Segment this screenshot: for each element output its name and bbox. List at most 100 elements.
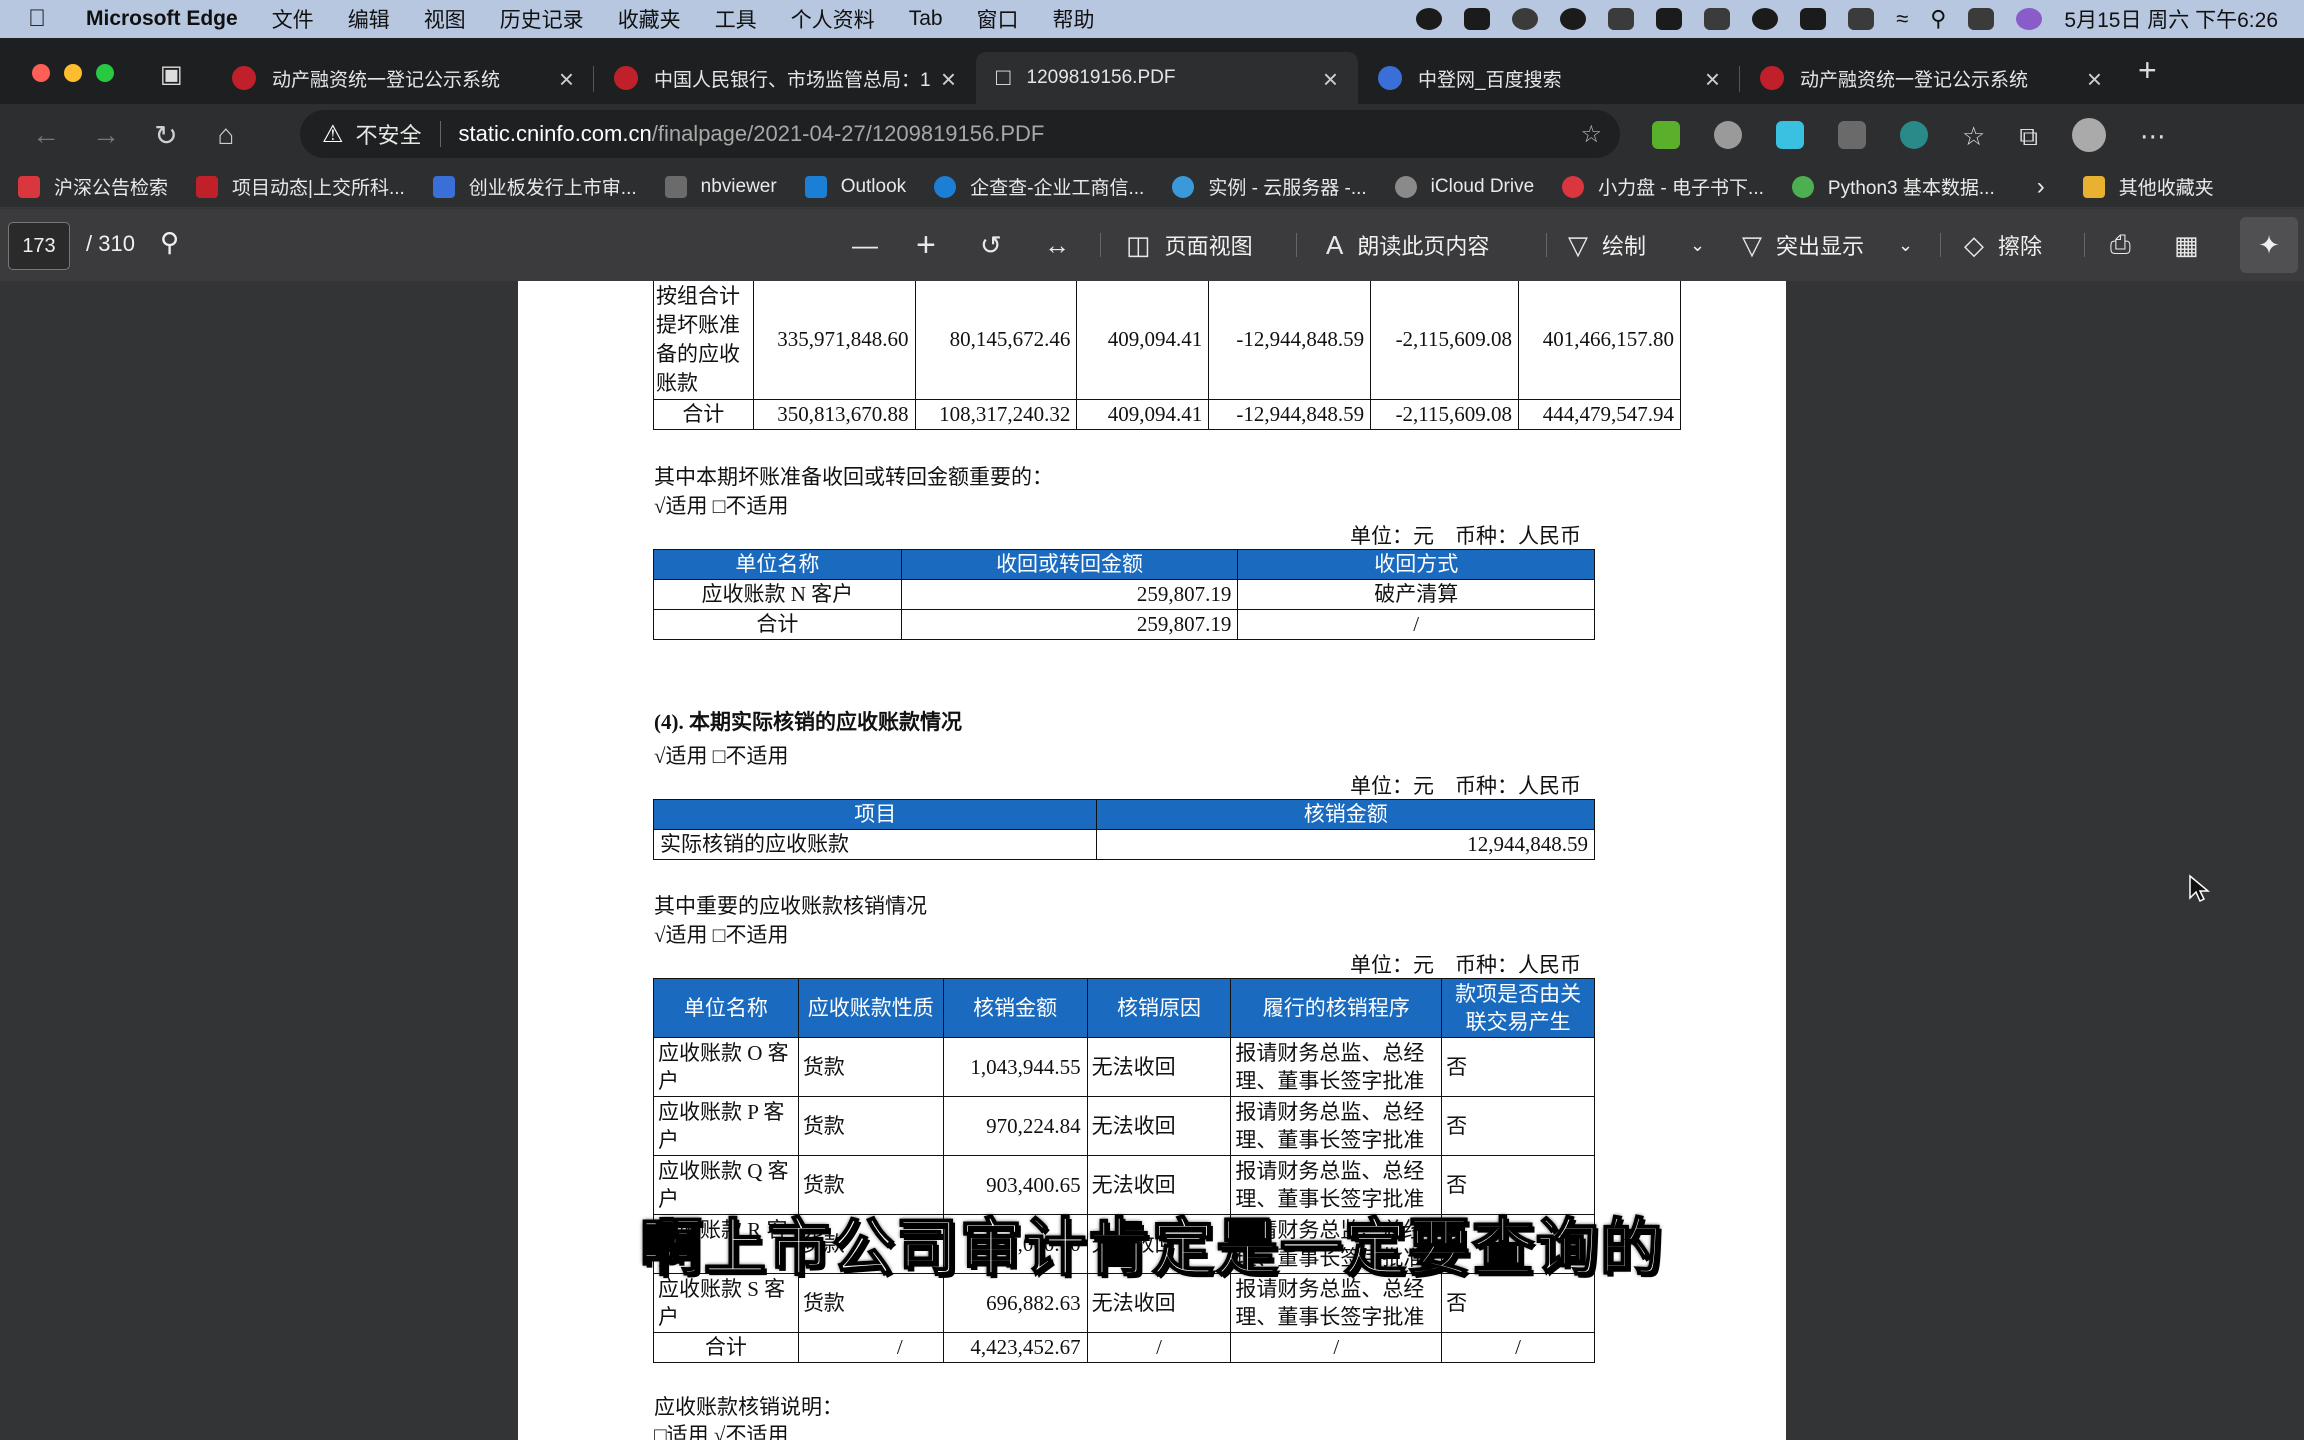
tab-2[interactable]: 中国人民银行、市场监管总局：1 × [594,52,976,104]
cell: 1,043,944.55 [942,1037,1088,1097]
menu-window[interactable]: 窗口 [977,4,1019,34]
bookmark-5[interactable]: Outlook [804,175,906,198]
read-aloud-button[interactable]: A 朗读此页内容 [1326,209,1489,281]
tab-1-close-icon[interactable]: × [559,64,574,95]
address-field[interactable]: ⚠ 不安全 static.cninfo.com.cn /finalpage/20… [300,110,1620,158]
menu-history[interactable]: 历史记录 [500,4,584,34]
tab-5[interactable]: 动产融资统一登记公示系统 × [1740,52,2122,104]
profile-avatar[interactable] [2071,118,2106,152]
tab-4[interactable]: 中登网_百度搜索 × [1358,52,1740,104]
pin-toolbar-button[interactable]: ✦ [2240,217,2298,273]
face-icon[interactable] [1752,8,1779,30]
extensions: ☆ ⧉ ⋯ [1652,104,2166,166]
print-button[interactable]: ⎙ [2110,209,2145,281]
record-icon[interactable] [1416,8,1443,30]
other-favorites-folder[interactable]: 其他收藏夹 [2082,173,2214,200]
gear-extension-icon[interactable] [1714,121,1742,149]
bookmark-8[interactable]: iCloud Drive [1394,175,1534,198]
menu-edit[interactable]: 编辑 [348,4,390,34]
tab-2-close-icon[interactable]: × [941,64,956,95]
bookmark-9[interactable]: 小力盘 - 电子书下... [1562,173,1764,200]
save-button[interactable]: ▦ [2174,209,2213,281]
menu-favorites[interactable]: 收藏夹 [618,4,681,34]
fit-width-button[interactable]: ↔ [1044,209,1084,281]
apple-icon[interactable]:  [28,5,62,33]
page-view-button[interactable]: ◫ 页面视图 [1126,209,1253,281]
minimize-window-button[interactable] [64,64,82,82]
table-total-row: 合计 / 4,423,452.67 / / / [653,1332,1595,1363]
bookmark-4[interactable]: nbviewer [664,175,777,198]
favorite-star-icon[interactable]: ☆ [1580,120,1602,149]
highlight-button[interactable]: ▽ 突出显示 ⌄ [1742,209,1913,281]
circle-extension-icon[interactable] [1900,121,1928,149]
tab-3-close-icon[interactable]: × [1323,64,1338,95]
battery-icon[interactable] [1848,8,1875,30]
cell: 破产清算 [1237,579,1595,610]
warning-icon[interactable]: ⚠ [322,120,344,149]
zoom-window-button[interactable] [96,64,114,82]
recovery-heading: 其中本期坏账准备收回或转回金额重要的： [654,465,1053,489]
wifi-icon[interactable]: ≈ [1896,6,1908,32]
rotate-button[interactable]: ↺ [980,209,1016,281]
menu-tab[interactable]: Tab [909,7,943,31]
more-menu-icon[interactable]: ⋯ [2140,121,2166,151]
print-icon: ⎙ [2110,229,2131,259]
insecure-label[interactable]: 不安全 [356,118,422,150]
folder-icon [2082,175,2105,198]
clock[interactable]: 5月15日 周六 下午6:26 [2064,4,2278,34]
tab-1-favicon [232,66,256,90]
highlight-chevron-down-icon[interactable]: ⌄ [1898,235,1913,256]
back-arrow-icon[interactable]: ← [16,119,76,151]
siri-icon[interactable] [2016,8,2043,30]
bookmark-7[interactable]: 实例 - 云服务器 -... [1172,173,1367,200]
tab-1[interactable]: 动产融资统一登记公示系统 × [212,52,594,104]
copy-extension-icon[interactable] [1838,121,1866,149]
menu-file[interactable]: 文件 [272,4,314,34]
favorites-icon[interactable]: ☆ [1962,121,1985,151]
menu-view[interactable]: 视图 [424,4,466,34]
wps-icon[interactable] [1464,8,1491,30]
d-extension-icon[interactable] [1776,121,1804,149]
bookmark-10[interactable]: Python3 基本数据... [1791,173,1995,200]
erase-button[interactable]: ◇ 擦除 [1964,209,2042,281]
bookmark-1[interactable]: 沪深公告检索 [18,173,168,200]
download-extension-icon[interactable] [1652,121,1680,149]
home-icon[interactable]: ⌂ [196,119,256,151]
page-number-input[interactable]: 173 [8,222,70,270]
menu-profile[interactable]: 个人资料 [791,4,875,34]
cat-icon[interactable] [1656,8,1683,30]
hexagon-icon[interactable] [1704,8,1731,30]
forward-arrow-icon[interactable]: → [76,119,136,151]
bookmark-2[interactable]: 项目动态|上交所科... [196,173,405,200]
column-header: 应收账款性质 [797,978,944,1038]
tab-3-active[interactable]: □ 1209819156.PDF × [976,52,1358,104]
refresh-icon[interactable]: ↻ [136,119,196,152]
menu-help[interactable]: 帮助 [1053,4,1095,34]
input-method-icon[interactable] [1800,8,1827,30]
tab-actions-icon[interactable]: ▣ [160,60,183,89]
close-window-button[interactable] [32,64,50,82]
qq-icon[interactable] [1560,8,1587,30]
draw-chevron-down-icon[interactable]: ⌄ [1690,235,1705,256]
bookmark-6[interactable]: 企查查-企业工商信... [934,173,1144,200]
tab-2-title: 中国人民银行、市场监管总局：1 [654,69,931,91]
draw-button[interactable]: ▽ 绘制 ⌄ [1568,209,1705,281]
spotlight-icon[interactable]: ⚲ [1930,6,1946,32]
zoom-in-button[interactable]: + [916,209,950,281]
zoom-out-button[interactable]: — [852,209,892,281]
wechat-icon[interactable] [1512,8,1539,30]
cloud-icon[interactable] [1608,8,1635,30]
bookmarks-overflow-chevron-icon[interactable]: › [2037,173,2045,201]
bookmark-3[interactable]: 创业板发行上市审... [432,173,637,200]
column-header: 款项是否由关联交易产生 [1441,978,1595,1038]
bookmark-3-label: 创业板发行上市审... [468,178,637,199]
collections-icon[interactable]: ⧉ [2019,121,2038,151]
tab-5-close-icon[interactable]: × [2087,64,2102,95]
app-menu[interactable]: Microsoft Edge [86,7,238,31]
new-tab-plus-icon[interactable]: + [2138,52,2157,89]
menu-tools[interactable]: 工具 [715,4,757,34]
search-icon[interactable]: ⚲ [160,227,179,258]
bookmark-1-icon [18,175,40,198]
control-center-icon[interactable] [1968,8,1995,30]
tab-4-close-icon[interactable]: × [1705,64,1720,95]
